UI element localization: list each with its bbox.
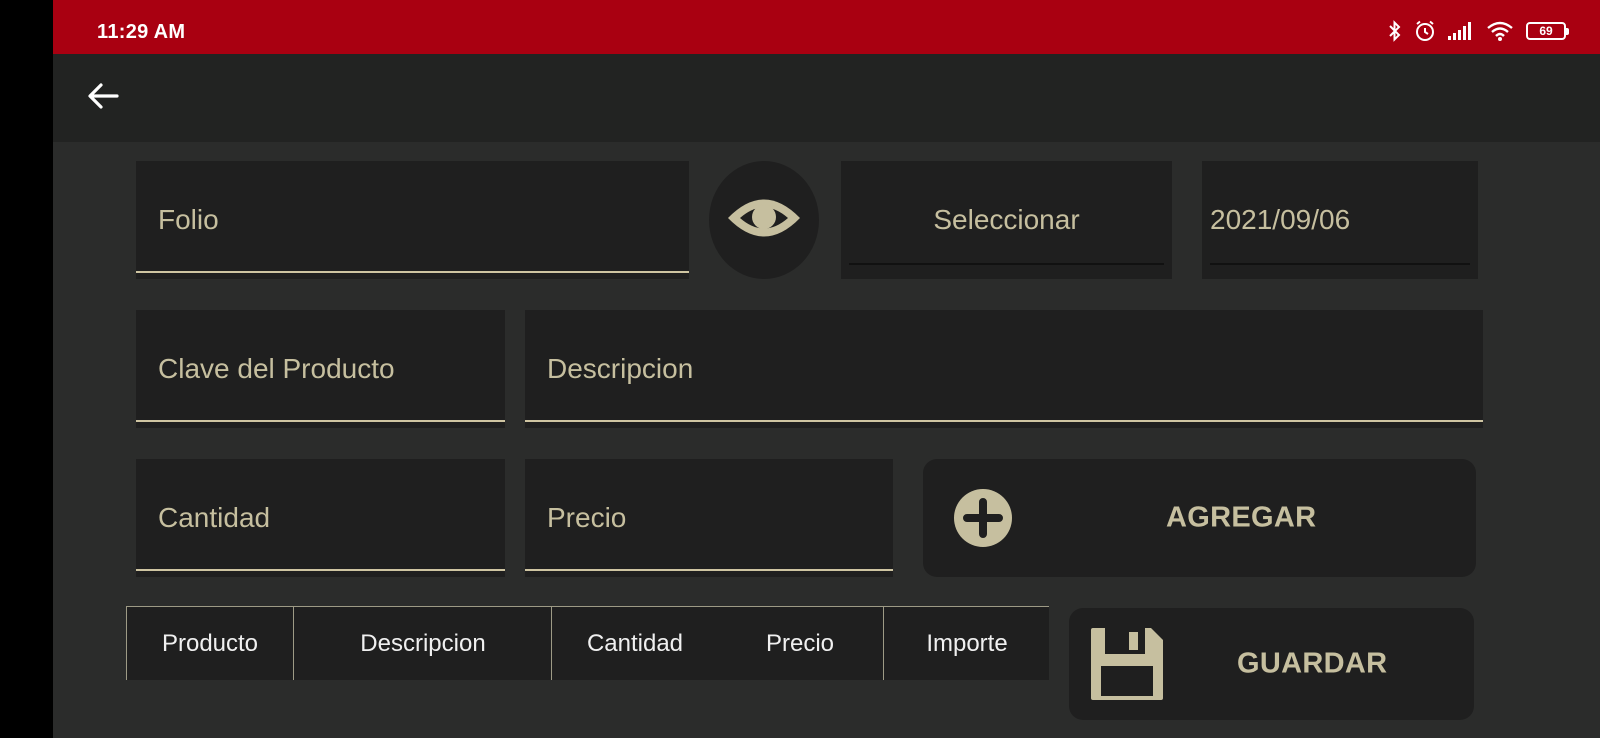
status-time: 11:29 AM <box>97 21 186 43</box>
clave-field[interactable]: Clave del Producto <box>136 310 505 428</box>
app-screen: 11:29 AM 69 Folio Seleccionar 2021/09/06… <box>53 0 1600 738</box>
agregar-label: AGREGAR <box>1166 501 1317 534</box>
descripcion-underline <box>525 420 1483 422</box>
clave-underline <box>136 420 505 422</box>
agregar-button[interactable]: AGREGAR <box>923 459 1476 577</box>
table-header-descripcion: Descripcion <box>293 607 552 680</box>
alarm-icon <box>1414 20 1436 42</box>
cantidad-field[interactable]: Cantidad <box>136 459 505 577</box>
folio-underline <box>136 271 689 273</box>
view-folio-button[interactable] <box>709 161 819 279</box>
eye-icon <box>726 195 802 246</box>
signal-icon <box>1448 22 1474 40</box>
cantidad-label: Cantidad <box>158 502 271 533</box>
date-value: 2021/09/06 <box>1210 204 1351 235</box>
back-button[interactable] <box>83 78 123 118</box>
app-bar <box>53 54 1600 142</box>
status-bar: 11:29 AM 69 <box>53 0 1600 54</box>
floppy-disk-icon <box>1089 626 1165 707</box>
folio-field[interactable]: Folio <box>136 161 689 279</box>
status-icons: 69 <box>1388 20 1569 42</box>
descripcion-label: Descripcion <box>547 353 694 384</box>
wifi-icon <box>1486 21 1514 41</box>
descripcion-field[interactable]: Descripcion <box>525 310 1483 428</box>
precio-label: Precio <box>547 502 627 533</box>
plus-circle-icon <box>953 488 1013 553</box>
precio-field[interactable]: Precio <box>525 459 893 577</box>
select-field[interactable]: Seleccionar <box>841 161 1172 279</box>
arrow-left-icon <box>87 82 119 115</box>
guardar-button[interactable]: GUARDAR <box>1069 608 1474 720</box>
table-header-importe: Importe <box>883 607 1050 680</box>
date-field[interactable]: 2021/09/06 <box>1202 161 1478 279</box>
select-label: Seleccionar <box>933 204 1080 235</box>
table-header-precio: Precio <box>765 629 835 657</box>
table-header-cantidad: Cantidad <box>551 607 718 680</box>
table-header-producto: Producto <box>161 629 259 657</box>
battery-indicator: 69 <box>1526 22 1569 40</box>
guardar-label: GUARDAR <box>1237 647 1388 680</box>
bluetooth-icon <box>1388 20 1402 42</box>
clave-label: Clave del Producto <box>158 353 395 384</box>
precio-underline <box>525 569 893 571</box>
date-underline <box>1210 263 1470 265</box>
folio-label: Folio <box>158 204 219 235</box>
table-header: Producto Descripcion Cantidad Precio Imp… <box>126 606 1049 680</box>
select-underline <box>849 263 1164 265</box>
cantidad-underline <box>136 569 505 571</box>
